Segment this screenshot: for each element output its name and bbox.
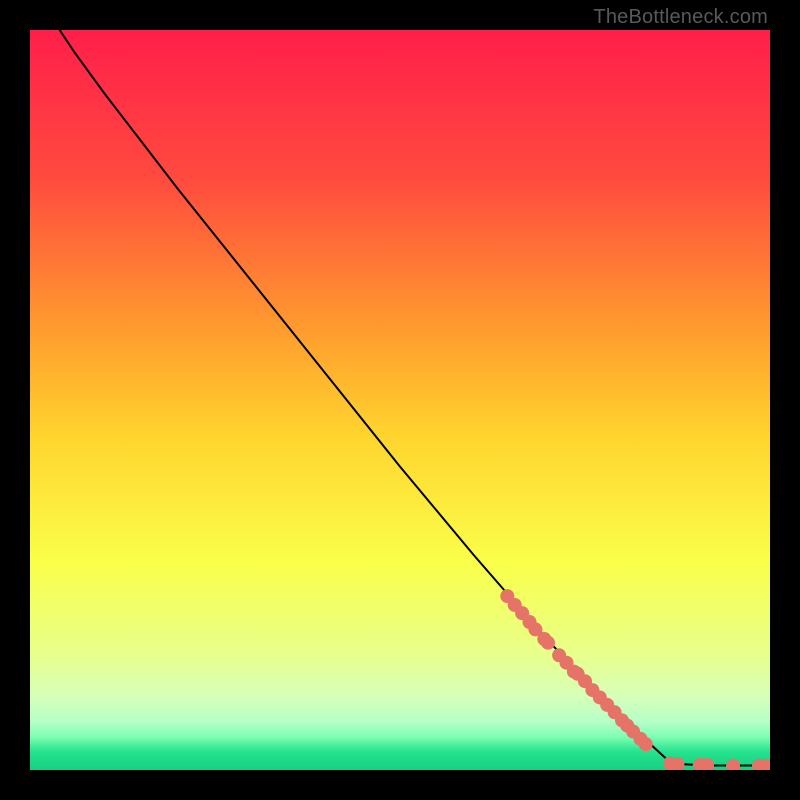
watermark-text: TheBottleneck.com xyxy=(593,6,768,29)
chart-marker xyxy=(639,737,653,751)
chart-plot xyxy=(30,30,770,770)
chart-frame: TheBottleneck.com xyxy=(0,0,800,800)
chart-marker xyxy=(541,636,555,650)
